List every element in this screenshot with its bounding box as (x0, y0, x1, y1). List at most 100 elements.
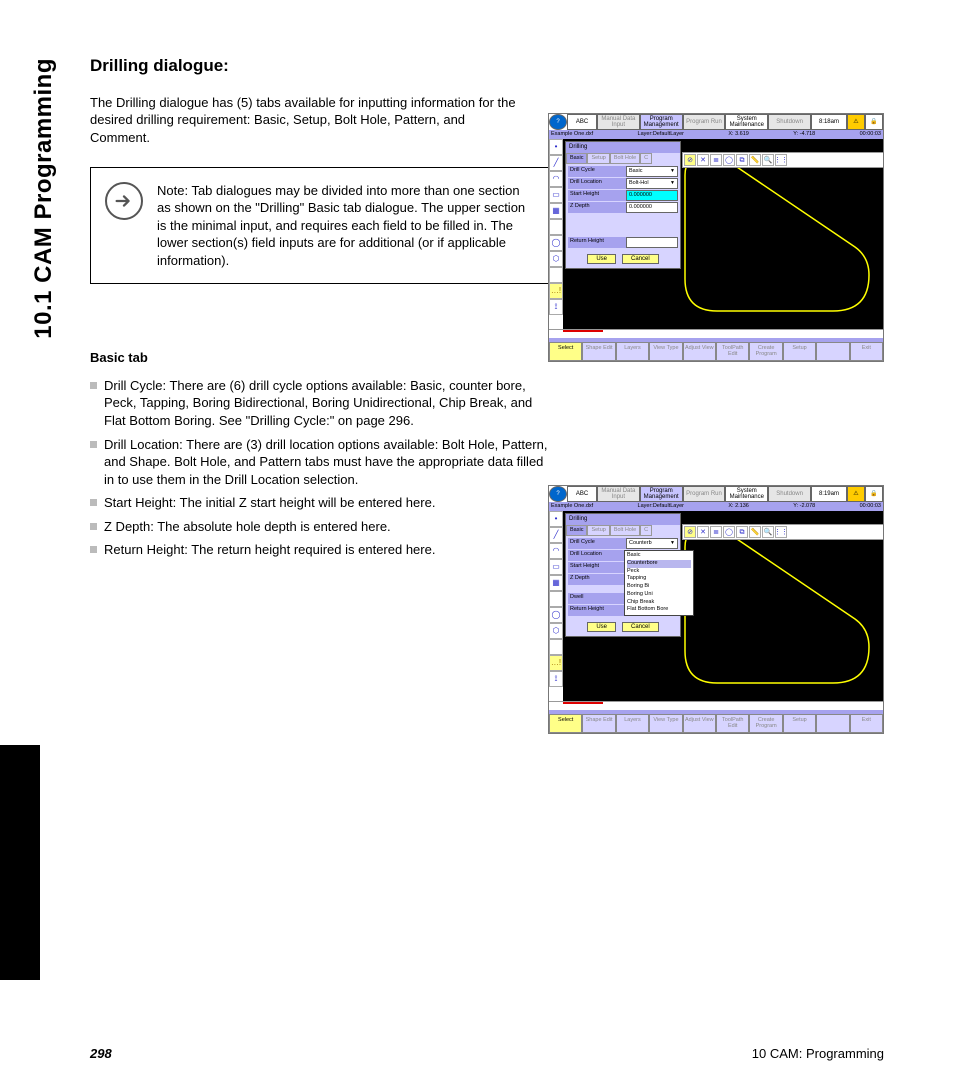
tool-hex-icon[interactable]: ⬡ (549, 251, 563, 267)
softkey-blank[interactable] (816, 342, 849, 360)
tool-blank2-icon[interactable] (549, 639, 563, 655)
tool-alert-icon[interactable]: …! (549, 283, 563, 299)
dlgtool-zoom-icon[interactable]: 🔍 (762, 526, 774, 538)
menu-mdi[interactable]: Manual Data Input (597, 114, 640, 130)
input-z-depth[interactable]: 0.000000 (626, 202, 678, 213)
input-return-height[interactable] (626, 237, 678, 248)
dlgtool-ruler-icon[interactable]: 📏 (749, 526, 761, 538)
tab-setup[interactable]: Setup (587, 153, 609, 164)
dlgtool-list-icon[interactable]: ≣ (710, 154, 722, 166)
help-icon[interactable]: ? (549, 114, 567, 130)
dlgtool-more-icon[interactable]: ⋮⋮ (775, 154, 787, 166)
cancel-button[interactable]: Cancel (622, 254, 659, 264)
softkey-layers[interactable]: Layers (616, 714, 649, 732)
menu-program-mgmt[interactable]: Program Management (640, 486, 683, 502)
dlgtool-circle-slash-icon[interactable]: ⊘ (684, 526, 696, 538)
tool-arc-icon[interactable]: ◠ (549, 171, 563, 187)
tool-arc-icon[interactable]: ◠ (549, 543, 563, 559)
menu-shutdown[interactable]: Shutdown (768, 114, 811, 130)
menu-program-run[interactable]: Program Run (683, 114, 726, 130)
dropdown-option[interactable]: Boring Bi (627, 583, 691, 591)
softkey-select[interactable]: Select (549, 714, 582, 732)
tool-rect-icon[interactable]: ▭ (549, 187, 563, 203)
dlgtool-copy-icon[interactable]: ⧉ (736, 526, 748, 538)
softkey-adjust-view[interactable]: Adjust View (683, 342, 716, 360)
abc-button[interactable]: ABC (567, 114, 597, 130)
dlgtool-copy-icon[interactable]: ⧉ (736, 154, 748, 166)
input-drill-cycle[interactable]: Basic▼ (626, 166, 678, 177)
tool-blank2-icon[interactable] (549, 267, 563, 283)
tab-basic[interactable]: Basic (566, 525, 587, 536)
softkey-layers[interactable]: Layers (616, 342, 649, 360)
input-drill-location[interactable]: Bolt-Hol▼ (626, 178, 678, 189)
softkey-create-program[interactable]: Create Program (749, 714, 782, 732)
softkey-create-program[interactable]: Create Program (749, 342, 782, 360)
help-icon[interactable]: ? (549, 486, 567, 502)
drill-cycle-dropdown[interactable]: Basic Counterbore Peck Tapping Boring Bi… (624, 550, 694, 616)
softkey-select[interactable]: Select (549, 342, 582, 360)
softkey-setup[interactable]: Setup (783, 342, 816, 360)
dlgtool-ruler-icon[interactable]: 📏 (749, 154, 761, 166)
dlgtool-x-icon[interactable]: ✕ (697, 526, 709, 538)
softkey-shape-edit[interactable]: Shape Edit (582, 342, 615, 360)
menu-sys-maintenance[interactable]: System Maintenance (725, 114, 768, 130)
input-start-height[interactable]: 0.000000 (626, 190, 678, 201)
tool-alert-icon[interactable]: …! (549, 655, 563, 671)
tool-blank1-icon[interactable] (549, 219, 563, 235)
dlgtool-zoom-icon[interactable]: 🔍 (762, 154, 774, 166)
softkey-shape-edit[interactable]: Shape Edit (582, 714, 615, 732)
menu-sys-maintenance[interactable]: System Maintenance (725, 486, 768, 502)
use-button[interactable]: Use (587, 254, 616, 264)
tool-grid-icon[interactable]: ▦ (549, 203, 563, 219)
softkey-view-type[interactable]: View Type (649, 714, 682, 732)
softkey-view-type[interactable]: View Type (649, 342, 682, 360)
dropdown-option[interactable]: Counterbore (627, 560, 691, 568)
softkey-adjust-view[interactable]: Adjust View (683, 714, 716, 732)
tab-more[interactable]: C (640, 153, 652, 164)
dlgtool-circle-icon[interactable]: ◯ (723, 526, 735, 538)
dropdown-option[interactable]: Boring Uni (627, 591, 691, 599)
softkey-toolpath-edit[interactable]: ToolPath Edit (716, 342, 749, 360)
cancel-button[interactable]: Cancel (622, 622, 659, 632)
menu-program-mgmt[interactable]: Program Management (640, 114, 683, 130)
softkey-exit[interactable]: Exit (850, 714, 883, 732)
dlgtool-more-icon[interactable]: ⋮⋮ (775, 526, 787, 538)
dlgtool-x-icon[interactable]: ✕ (697, 154, 709, 166)
softkey-setup[interactable]: Setup (783, 714, 816, 732)
tab-basic[interactable]: Basic (566, 153, 587, 164)
softkey-exit[interactable]: Exit (850, 342, 883, 360)
menu-shutdown[interactable]: Shutdown (768, 486, 811, 502)
tab-bolt-hole[interactable]: Bolt Hole (610, 153, 640, 164)
tool-grid-icon[interactable]: ▦ (549, 575, 563, 591)
input-drill-cycle[interactable]: Counterb▼ (626, 538, 678, 549)
tool-hex-icon[interactable]: ⬡ (549, 623, 563, 639)
use-button[interactable]: Use (587, 622, 616, 632)
dlgtool-circle-icon[interactable]: ◯ (723, 154, 735, 166)
tab-more[interactable]: C (640, 525, 652, 536)
tool-rect-icon[interactable]: ▭ (549, 559, 563, 575)
dlgtool-list-icon[interactable]: ≣ (710, 526, 722, 538)
dropdown-option[interactable]: Flat Bottom Bore (627, 606, 691, 614)
tool-dot-icon[interactable]: • (549, 511, 563, 527)
abc-button[interactable]: ABC (567, 486, 597, 502)
tool-measure-icon[interactable]: ⟟ (549, 671, 563, 687)
softkey-blank[interactable] (816, 714, 849, 732)
menu-program-run[interactable]: Program Run (683, 486, 726, 502)
tool-blank1-icon[interactable] (549, 591, 563, 607)
tab-bolt-hole[interactable]: Bolt Hole (610, 525, 640, 536)
cad-canvas[interactable]: Drilling Basic Setup Bolt Hole C ⊘ ✕ ≣ ◯… (563, 139, 883, 329)
tool-measure-icon[interactable]: ⟟ (549, 299, 563, 315)
tab-setup[interactable]: Setup (587, 525, 609, 536)
tool-dot-icon[interactable]: • (549, 139, 563, 155)
tool-line-icon[interactable]: ╱ (549, 527, 563, 543)
cad-canvas[interactable]: Drilling Basic Setup Bolt Hole C ⊘ ✕ ≣ ◯… (563, 511, 883, 701)
tool-circle-icon[interactable]: ◯ (549, 235, 563, 251)
dropdown-option[interactable]: Chip Break (627, 599, 691, 607)
dropdown-option[interactable]: Tapping (627, 575, 691, 583)
tool-line-icon[interactable]: ╱ (549, 155, 563, 171)
dropdown-option[interactable]: Basic (627, 552, 691, 560)
softkey-toolpath-edit[interactable]: ToolPath Edit (716, 714, 749, 732)
tool-circle-icon[interactable]: ◯ (549, 607, 563, 623)
menu-mdi[interactable]: Manual Data Input (597, 486, 640, 502)
dropdown-option[interactable]: Peck (627, 568, 691, 576)
